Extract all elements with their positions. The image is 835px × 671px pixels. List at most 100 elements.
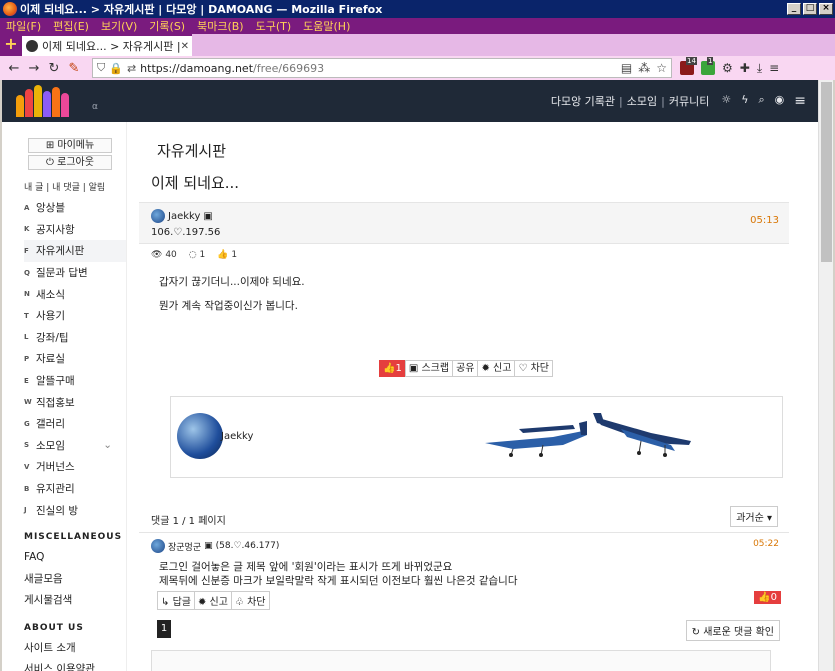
post-author[interactable]: Jaekky (168, 211, 200, 222)
sidebar-link-search[interactable]: 게시물검색 (24, 590, 126, 612)
sidebar-item-label: 알뜰구매 (36, 375, 75, 388)
menu-history[interactable]: 기록(S) (149, 18, 185, 34)
scrollbar-thumb[interactable] (821, 82, 832, 262)
close-tab-icon[interactable]: ✕ (181, 41, 189, 52)
comment-report-button[interactable]: ✹ 신고 (193, 591, 232, 610)
sidebar-item-key: G (24, 419, 30, 428)
like-button[interactable]: 👍1 (379, 360, 406, 377)
bookmark-star-icon[interactable]: ☆ (656, 61, 667, 75)
board-title[interactable]: 자유게시판 (157, 140, 226, 161)
sidebar-item-key: L (24, 333, 29, 342)
sidebar-link-new-posts[interactable]: 새글모음 (24, 569, 126, 591)
post-stats: 👁 40 ◌ 1 👍 1 (151, 250, 237, 260)
member-card-icon: ▣ (203, 210, 213, 222)
app-menu-icon[interactable]: ≡ (769, 61, 779, 75)
theme-sun-icon[interactable]: ☼ (721, 93, 731, 109)
my-menu-button[interactable]: ⊞ 마이메뉴 (28, 138, 112, 153)
header-link-groups[interactable]: 소모임 (627, 93, 657, 109)
sidebar-item[interactable]: T 사용기 (24, 305, 126, 327)
comment-block-button[interactable]: ♧ 차단 (230, 591, 270, 610)
url-bar[interactable]: ⛉ 🔒 ⇄ https://damoang.net /free/669693 ▤… (92, 58, 672, 78)
menu-edit[interactable]: 편집(E) (53, 18, 89, 34)
extensions-puzzle-icon[interactable]: ✚ (740, 61, 750, 75)
maximize-button[interactable]: □ (803, 3, 817, 15)
sidebar-item[interactable]: Q 질문과 답변 (24, 262, 126, 284)
lock-icon: 🔒 (109, 61, 123, 75)
site-logo[interactable] (14, 83, 70, 119)
menu-view[interactable]: 보기(V) (101, 18, 137, 34)
scrap-button[interactable]: ▣ 스크랩 (404, 360, 454, 377)
report-button[interactable]: ✹ 신고 (477, 360, 516, 377)
logout-button[interactable]: ⏻ 로그아웃 (28, 155, 112, 170)
sidebar-item[interactable]: W 직접홍보 (24, 391, 126, 413)
reply-button[interactable]: ↳ 답글 (157, 591, 195, 610)
page-scrollbar[interactable] (818, 80, 833, 671)
reader-view-icon[interactable]: ▤ (621, 61, 632, 75)
sidebar-item[interactable]: K 공지사항 (24, 219, 126, 241)
close-window-button[interactable]: × (819, 3, 833, 15)
share-button[interactable]: 공유 (452, 360, 479, 377)
tab-active[interactable]: 이제 되네요... > 자유게시판 | ✕ (22, 34, 192, 56)
sidebar-item[interactable]: A 앙상블 (24, 197, 126, 219)
chevron-down-icon[interactable]: ⌄ (103, 439, 112, 451)
sidebar-link-site-intro[interactable]: 사이트 소개 (24, 638, 126, 660)
nav-bar: ← → ↻ ✎ ⛉ 🔒 ⇄ https://damoang.net /free/… (0, 56, 835, 80)
minimize-button[interactable]: _ (787, 3, 801, 15)
comment-item: 장군멍군 ▣ (58.♡.46.177) 05:22 로그인 걸어놓은 글 제목… (139, 532, 789, 610)
header-link-community[interactable]: 커뮤니티 (669, 93, 709, 109)
sidebar-item-label: 자료실 (36, 353, 65, 366)
sidebar-about-heading: ABOUT US (24, 622, 84, 633)
signature-box: Jaekky (170, 396, 783, 478)
flash-icon[interactable]: ϟ (741, 93, 748, 109)
search-icon[interactable]: ⌕ (758, 93, 764, 109)
refresh-comments-button[interactable]: ↻ 새로운 댓글 확인 (685, 620, 780, 641)
comment-input-box[interactable] (151, 650, 771, 671)
url-host: https://damoang.net (140, 61, 254, 75)
sidebar-item[interactable]: P 자료실 (24, 348, 126, 370)
commenter-name[interactable]: 장군멍군 (168, 540, 201, 553)
signature-avatar (177, 413, 223, 459)
new-tab-button[interactable]: + (0, 34, 22, 56)
sidebar-item[interactable]: G 갤러리 (24, 413, 126, 435)
download-icon[interactable]: ⤓ (757, 61, 762, 76)
translate-icon[interactable]: ⁂ (638, 61, 650, 75)
header-link-archive[interactable]: 다모앙 기록관 (551, 93, 615, 109)
ublock-icon[interactable]: 14 (680, 57, 697, 75)
sidebar-item-key: N (24, 290, 30, 299)
sidebar-item[interactable]: V 거버넌스 (24, 456, 126, 478)
sidebar-item[interactable]: L 강좌/팁 (24, 327, 126, 349)
comment-like-button[interactable]: 👍0 (754, 591, 781, 604)
block-button[interactable]: ♡ 차단 (514, 360, 554, 377)
post-meta: Jaekky ▣ 106.♡.197.56 05:13 (139, 202, 789, 244)
user-icon[interactable]: ◉ (775, 93, 785, 109)
menu-bar: 파일(F) 편집(E) 보기(V) 기록(S) 북마크(B) 도구(T) 도움말… (0, 18, 835, 34)
sidebar-item[interactable]: J 진실의 방 (24, 499, 126, 521)
commenter-avatar[interactable] (151, 539, 165, 553)
post-body-line: 뭔가 계속 작업중이신가 봅니다. (159, 300, 298, 312)
settings-gear-icon[interactable]: ⚙ (722, 61, 733, 75)
sidebar-link-faq[interactable]: FAQ (24, 547, 126, 569)
hamburger-menu-icon[interactable]: ≡ (794, 93, 806, 109)
menu-help[interactable]: 도움말(H) (303, 18, 350, 34)
menu-file[interactable]: 파일(F) (6, 18, 41, 34)
menu-bookmarks[interactable]: 북마크(B) (197, 18, 244, 34)
back-icon[interactable]: ← (4, 61, 24, 76)
pagination-page[interactable]: 1 (157, 620, 171, 638)
menu-tools[interactable]: 도구(T) (256, 18, 292, 34)
extension-green-icon[interactable]: 1 (701, 57, 715, 75)
commenter-info: (58.♡.46.177) (215, 541, 280, 551)
sidebar-link-terms[interactable]: 서비스 이용약관 (24, 659, 126, 671)
site-header: α 다모앙 기록관 | 소모임 | 커뮤니티 ☼ ϟ ⌕ ◉ ≡ (2, 80, 818, 122)
comment-sort-select[interactable]: 과거순 ▾ (730, 506, 778, 527)
author-avatar[interactable] (151, 209, 165, 223)
sidebar-item[interactable]: N 새소식 (24, 283, 126, 305)
sidebar-item[interactable]: B 유지관리 (24, 478, 126, 500)
reload-icon[interactable]: ↻ (44, 61, 64, 76)
sidebar-item[interactable]: E 알뜰구매 (24, 370, 126, 392)
sidebar-mini-links[interactable]: 내 글 | 내 댓글 | 알림 (24, 180, 126, 193)
sidebar-item[interactable]: S 소모임 ⌄ (24, 435, 126, 457)
extension-icon[interactable]: ✎ (64, 61, 84, 76)
sidebar-item[interactable]: F 자유게시판 (24, 240, 126, 262)
forward-icon[interactable]: → (24, 61, 44, 76)
firefox-icon (3, 2, 17, 16)
